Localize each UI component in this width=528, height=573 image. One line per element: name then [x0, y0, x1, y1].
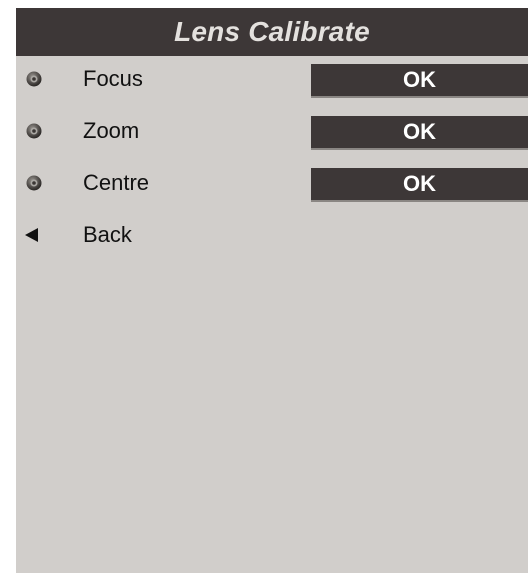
menu-item-back[interactable]: Back [16, 215, 528, 255]
lens-calibrate-panel: Lens Calibrate Focus OK Zoom OK Centre O… [16, 8, 528, 573]
back-arrow-icon [25, 228, 38, 242]
zoom-ok-button[interactable]: OK [311, 116, 528, 148]
lens-icon [26, 71, 42, 87]
menu-item-centre[interactable]: Centre OK [16, 163, 528, 203]
menu-item-label: Centre [83, 170, 150, 195]
menu-item-label: Focus [83, 66, 143, 91]
menu-item-zoom[interactable]: Zoom OK [16, 111, 528, 151]
menu-item-focus[interactable]: Focus OK [16, 59, 528, 99]
lens-icon [26, 123, 42, 139]
centre-ok-button[interactable]: OK [311, 168, 528, 200]
back-label: Back [83, 222, 132, 247]
lens-icon [26, 175, 42, 191]
title-bar: Lens Calibrate [16, 8, 528, 56]
focus-ok-button[interactable]: OK [311, 64, 528, 96]
page-title: Lens Calibrate [174, 16, 370, 47]
menu-item-label: Zoom [83, 118, 140, 143]
